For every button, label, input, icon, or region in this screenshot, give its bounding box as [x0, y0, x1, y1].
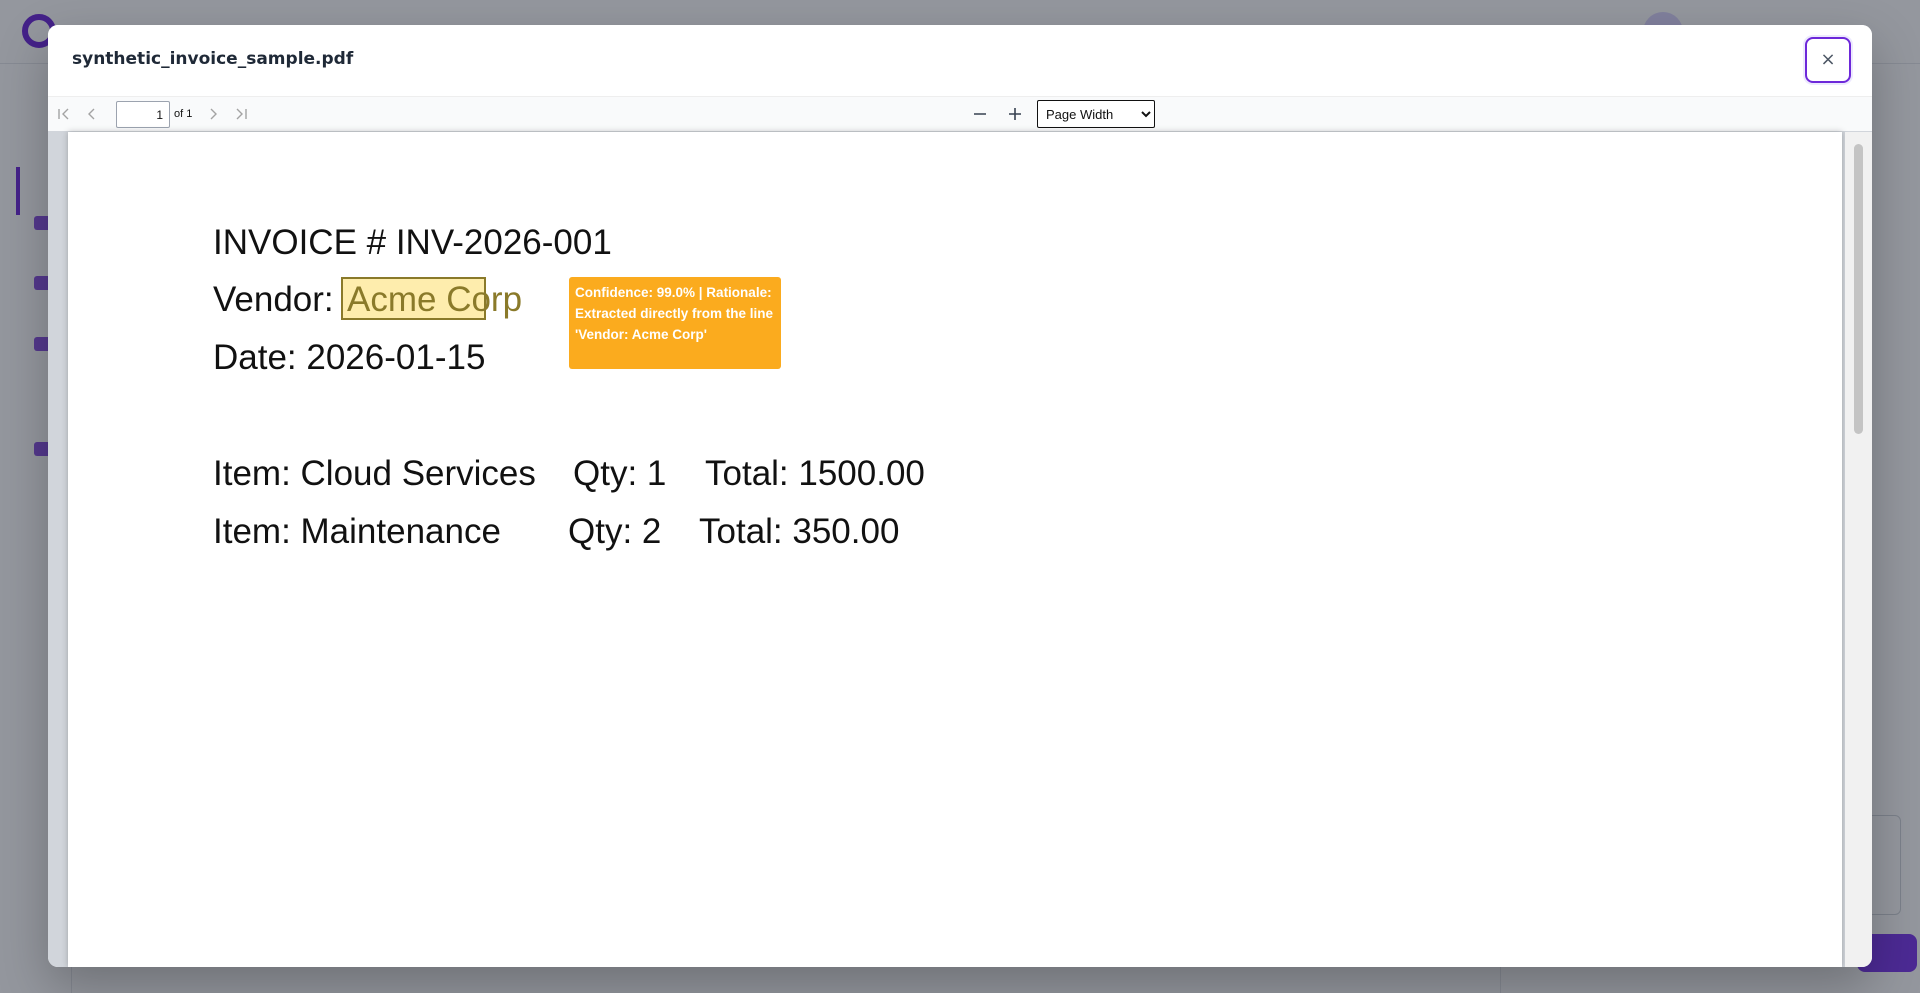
invoice-number-text: INVOICE # INV-2026-001: [213, 223, 612, 262]
item1-name-text: Item: Cloud Services: [213, 454, 536, 493]
zoom-out-button[interactable]: [968, 102, 992, 126]
prev-page-button[interactable]: [81, 103, 103, 125]
pdf-viewer-area[interactable]: INVOICE # INV-2026-001 Vendor: Acme Corp…: [48, 132, 1872, 967]
pdf-viewer-modal: synthetic_invoice_sample.pdf × of 1 Page…: [48, 25, 1872, 967]
page-number-input[interactable]: [116, 101, 170, 128]
item1-qty-text: Qty: 1: [573, 454, 667, 493]
item2-total-text: Total: 350.00: [699, 512, 900, 551]
first-page-button[interactable]: [53, 103, 75, 125]
chevron-right-icon: [210, 108, 217, 120]
scrollbar-thumb[interactable]: [1854, 144, 1863, 434]
minus-icon: [974, 113, 986, 115]
vendor-value-text: Acme Corp: [347, 280, 523, 319]
last-page-icon: [236, 108, 247, 120]
plus-icon: [1009, 108, 1021, 120]
zoom-select[interactable]: Page Width: [1037, 100, 1155, 128]
modal-title: synthetic_invoice_sample.pdf: [72, 49, 354, 69]
vendor-label-text: Vendor:: [213, 280, 334, 319]
pdf-toolbar: of 1 Page Width: [48, 97, 1872, 132]
chevron-left-icon: [88, 108, 95, 120]
close-icon: ×: [1820, 49, 1836, 70]
pdf-page: INVOICE # INV-2026-001 Vendor: Acme Corp…: [68, 132, 1842, 967]
last-page-button[interactable]: [230, 103, 252, 125]
viewer-scrollbar[interactable]: [1845, 132, 1872, 967]
item2-qty-text: Qty: 2: [568, 512, 662, 551]
modal-header: synthetic_invoice_sample.pdf ×: [48, 25, 1872, 97]
item1-total-text: Total: 1500.00: [705, 454, 925, 493]
item2-name-text: Item: Maintenance: [213, 512, 501, 551]
page-count-label: of 1: [174, 108, 193, 120]
next-page-button[interactable]: [202, 103, 224, 125]
extraction-tooltip: Confidence: 99.0% | Rationale: Extracted…: [569, 277, 781, 369]
close-button[interactable]: ×: [1805, 37, 1851, 83]
zoom-in-button[interactable]: [1003, 102, 1027, 126]
date-text: Date: 2026-01-15: [213, 338, 486, 377]
first-page-icon: [58, 108, 69, 120]
